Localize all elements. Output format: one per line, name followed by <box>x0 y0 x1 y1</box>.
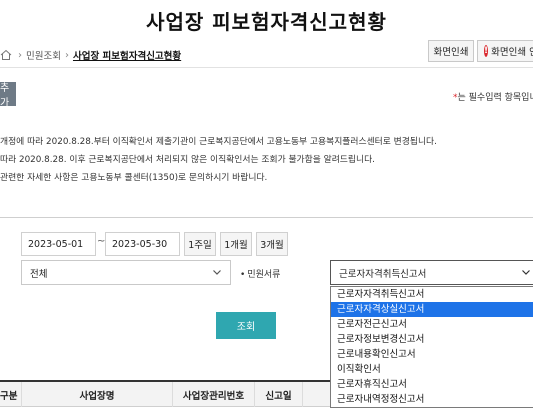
doc-type-label-text: 민원서류 <box>247 270 281 280</box>
doc-type-option[interactable]: 근로내용확인신고서 <box>331 347 533 362</box>
print-guide-label: 화면인쇄 안 <box>491 47 533 58</box>
period-1week-button[interactable]: 1주일 <box>184 232 216 256</box>
breadcrumb-separator-icon: › <box>18 49 22 61</box>
breadcrumb-item-inquiry[interactable]: 민원조회 <box>26 48 61 62</box>
breadcrumb-item-current[interactable]: 사업장 피보험자격신고현황 <box>73 48 181 62</box>
doc-type-option[interactable]: 근로자자격상실신고서 <box>331 302 533 317</box>
notice-text: 개정에 따라 2020.8.28.부터 이직확인서 제출기관이 근로복지공단에서… <box>0 133 437 187</box>
home-icon[interactable] <box>0 49 12 61</box>
doc-type-option[interactable]: 근로자전근신고서 <box>331 317 533 332</box>
print-guide-button[interactable]: ! 화면인쇄 안 <box>477 40 533 62</box>
doc-type-dropdown: 근로자자격취득신고서 근로자자격상실신고서 근로자전근신고서 근로자정보변경신고서 근로… <box>330 286 533 408</box>
chevron-down-icon <box>213 270 221 275</box>
date-from-input[interactable]: 2023-05-01 <box>21 232 96 256</box>
doc-type-option[interactable]: 이직확인서 <box>331 362 533 377</box>
required-note: *는 필수입력 항목입니 <box>453 90 533 103</box>
column-header-type: 구분 <box>0 382 22 407</box>
period-1month-button[interactable]: 1개월 <box>220 232 252 256</box>
scope-select-value: 전체 <box>30 268 48 280</box>
doc-type-option[interactable]: 근로자자격취득신고서 <box>331 287 533 302</box>
warning-icon: ! <box>484 45 489 57</box>
page-title: 사업장 피보험자격신고현황 <box>146 10 387 34</box>
doc-type-select[interactable]: 근로자자격취득신고서 <box>330 260 533 285</box>
notice-line: 개정에 따라 2020.8.28.부터 이직확인서 제출기관이 근로복지공단에서… <box>0 137 437 147</box>
breadcrumb-separator-icon: › <box>64 49 69 61</box>
date-to-input[interactable]: 2023-05-30 <box>105 232 180 256</box>
column-header-management-number: 사업장관리번호 <box>173 382 255 407</box>
doc-type-option[interactable]: 근로자휴직신고서 <box>331 377 533 392</box>
doc-type-label: • 민원서류 <box>240 267 280 280</box>
print-screen-button[interactable]: 화면인쇄 <box>428 40 474 62</box>
label-bullet: • <box>240 270 246 280</box>
breadcrumb: › 민원조회 › 사업장 피보험자격신고현황 <box>0 46 181 64</box>
column-header-report-date: 신고일 <box>255 382 303 407</box>
column-header-workplace-name: 사업장명 <box>22 382 173 407</box>
doc-type-select-value: 근로자자격취득신고서 <box>339 268 427 280</box>
notice-line: 따라 2020.8.28. 이후 근로복지공단에서 처리되지 않은 이직확인서는… <box>0 155 375 165</box>
notice-line: 관련한 자세한 사항은 고용노동부 콜센터(1350)로 문의하시기 바랍니다. <box>0 173 268 183</box>
required-note-text: 는 필수입력 항목입니 <box>457 93 533 103</box>
search-button[interactable]: 조회 <box>216 312 276 339</box>
scope-select[interactable]: 전체 <box>21 260 231 285</box>
chevron-down-icon <box>522 270 530 275</box>
period-3month-button[interactable]: 3개월 <box>256 232 288 256</box>
doc-type-option[interactable]: 근로자정보변경신고서 <box>331 332 533 347</box>
search-divider <box>0 217 533 218</box>
add-button[interactable]: 추가 <box>0 82 16 106</box>
doc-type-option[interactable]: 근로자내역정정신고서 <box>331 392 533 407</box>
divider <box>0 67 533 68</box>
